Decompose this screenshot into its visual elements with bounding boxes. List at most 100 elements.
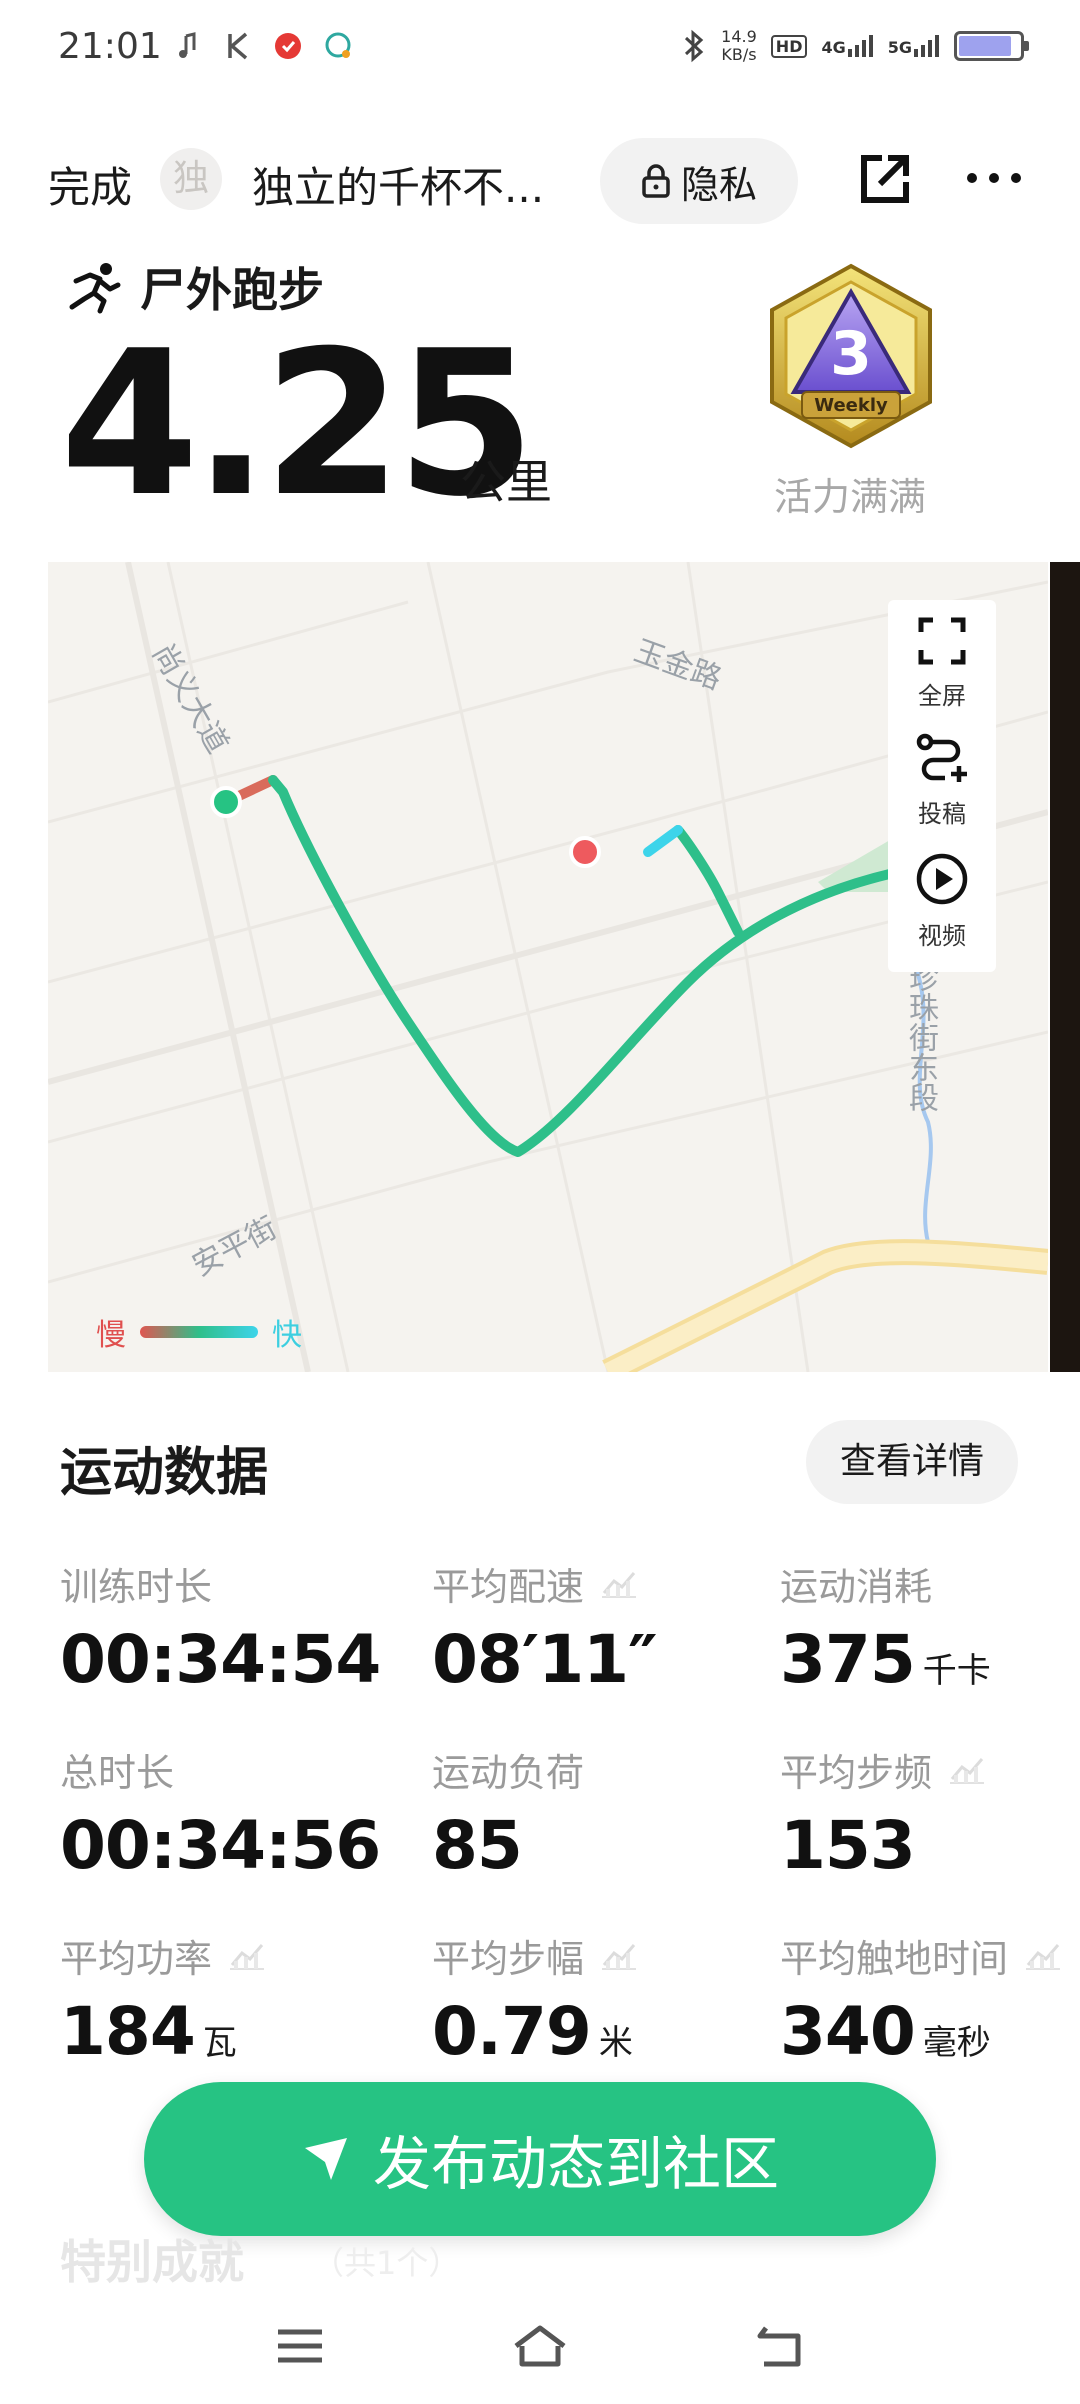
achievements-title: 特别成就 xyxy=(60,2235,244,2289)
signal-bars-icon xyxy=(914,35,939,57)
route-add-icon xyxy=(916,733,967,782)
view-details-button[interactable]: 查看详情 xyxy=(806,1420,1018,1504)
back-icon[interactable] xyxy=(750,2318,810,2374)
stat-value: 85 xyxy=(432,1807,523,1884)
more-options-icon[interactable] xyxy=(964,156,1024,200)
bluetooth-icon xyxy=(685,29,704,63)
notification-icons xyxy=(172,30,354,62)
stat-item: 运动消耗 375 千卡 xyxy=(780,1556,991,1698)
stat-value: 08′11″ xyxy=(432,1621,658,1698)
stat-item: 平均触地时间 340 毫秒 xyxy=(780,1928,1062,2070)
share-icon[interactable] xyxy=(858,150,914,206)
running-icon xyxy=(69,263,121,314)
stat-unit: 米 xyxy=(598,2023,633,2063)
avatar[interactable]: 独 xyxy=(160,148,222,210)
stat-value: 0.79 xyxy=(432,1993,592,2070)
home-icon[interactable] xyxy=(510,2318,570,2374)
system-nav-bar xyxy=(0,2290,1080,2404)
map-tools-panel: 全屏 投稿 视频 xyxy=(888,600,996,972)
stat-unit: 毫秒 xyxy=(922,2023,991,2063)
stat-unit: 千卡 xyxy=(922,1651,991,1691)
fullscreen-tool[interactable]: 全屏 xyxy=(888,616,996,711)
legend-slow: 慢 xyxy=(96,1318,126,1353)
trend-chart-icon[interactable] xyxy=(600,1569,638,1599)
stats-section-title: 运动数据 xyxy=(60,1443,269,1503)
fullscreen-icon xyxy=(918,617,966,665)
stat-item: 平均功率 184 瓦 xyxy=(60,1928,266,2070)
next-card-edge xyxy=(1050,562,1080,1372)
stat-value: 00:34:54 xyxy=(60,1621,381,1698)
stat-label: 平均触地时间 xyxy=(780,1937,1009,1981)
stat-item: 平均步频 153 xyxy=(780,1742,986,1884)
chat-bubble-icon xyxy=(322,30,354,62)
stat-label: 平均功率 xyxy=(60,1937,213,1981)
legend-gradient-bar xyxy=(140,1326,258,1338)
publish-to-community-button[interactable]: 发布动态到社区 xyxy=(144,2082,936,2236)
video-label: 视频 xyxy=(918,922,966,950)
username[interactable]: 独立的千杯不... xyxy=(252,154,552,215)
stat-label: 平均步幅 xyxy=(432,1937,585,1981)
signal-bars-icon xyxy=(847,35,873,57)
hd-indicator: HD xyxy=(770,34,808,58)
stat-label: 训练时长 xyxy=(60,1565,213,1609)
route-end-marker xyxy=(569,836,601,868)
road-label-zhenzhu: 珍珠街东段 xyxy=(903,962,938,1112)
achievements-count: （共1个） xyxy=(312,2244,461,2282)
status-right: 14.9 KB/s HD 4G 5G xyxy=(681,28,1029,64)
stat-value: 375 xyxy=(780,1621,916,1698)
badge-label: 活力满满 xyxy=(773,475,926,519)
privacy-button[interactable]: 隐私 xyxy=(600,138,798,224)
signal-sim1: 4G xyxy=(821,35,873,57)
network-speed: 14.9 KB/s xyxy=(721,28,757,64)
status-time: 21:01 xyxy=(58,26,162,67)
red-app-icon xyxy=(272,30,304,62)
send-icon xyxy=(304,2138,347,2180)
play-icon xyxy=(916,853,968,905)
speed-legend: 慢 快 xyxy=(96,1310,302,1354)
stat-value: 184 xyxy=(60,1993,196,2070)
publish-label: 发布动态到社区 xyxy=(372,2130,779,2198)
stat-label: 运动消耗 xyxy=(780,1565,933,1609)
top-header: 完成 独 独立的千杯不... 隐私 xyxy=(0,136,1080,226)
menu-icon[interactable] xyxy=(270,2318,330,2374)
stat-value: 00:34:56 xyxy=(60,1807,381,1884)
trend-chart-icon[interactable] xyxy=(600,1941,638,1971)
distance-unit: 公里 xyxy=(460,455,552,509)
stat-label: 运动负荷 xyxy=(432,1751,585,1795)
trend-chart-icon[interactable] xyxy=(1024,1941,1062,1971)
lock-icon xyxy=(642,164,670,198)
privacy-label: 隐私 xyxy=(680,162,757,207)
stat-item: 总时长 00:34:56 xyxy=(60,1742,381,1884)
signal-sim2: 5G xyxy=(888,35,940,57)
trend-chart-icon[interactable] xyxy=(228,1941,266,1971)
submit-label: 投稿 xyxy=(918,800,966,828)
video-tool[interactable]: 视频 xyxy=(888,852,996,951)
weekly-badge-icon[interactable]: 3 Weekly xyxy=(762,262,940,450)
stat-label: 平均配速 xyxy=(432,1565,585,1609)
route-start-marker xyxy=(210,786,242,818)
trend-chart-icon[interactable] xyxy=(948,1755,986,1785)
music-note-icon xyxy=(172,30,204,62)
stat-label: 平均步频 xyxy=(780,1751,933,1795)
legend-fast: 快 xyxy=(272,1318,302,1353)
k-app-icon xyxy=(222,30,254,62)
stat-label: 总时长 xyxy=(60,1751,175,1795)
sim1-label: 4G xyxy=(821,38,846,57)
stat-unit: 瓦 xyxy=(202,2023,237,2063)
stat-value: 340 xyxy=(780,1993,916,2070)
net-speed-unit: KB/s xyxy=(721,45,757,64)
battery-icon xyxy=(954,31,1029,61)
sim2-label: 5G xyxy=(887,38,912,57)
status-bar: 21:01 14.9 KB/s HD 4G 5G xyxy=(0,0,1080,96)
fullscreen-label: 全屏 xyxy=(918,682,966,710)
stat-item: 运动负荷 85 xyxy=(432,1742,584,1884)
stat-item: 平均配速 08′11″ xyxy=(432,1556,658,1698)
stat-item: 训练时长 00:34:54 xyxy=(60,1556,381,1698)
done-button[interactable]: 完成 xyxy=(48,154,132,215)
stat-value: 153 xyxy=(780,1807,916,1884)
submit-tool[interactable]: 投稿 xyxy=(888,732,996,829)
badge-text: Weekly xyxy=(814,395,888,416)
stat-item: 平均步幅 0.79 米 xyxy=(432,1928,638,2070)
svg-text:3: 3 xyxy=(830,319,872,389)
net-speed-value: 14.9 xyxy=(721,27,757,46)
